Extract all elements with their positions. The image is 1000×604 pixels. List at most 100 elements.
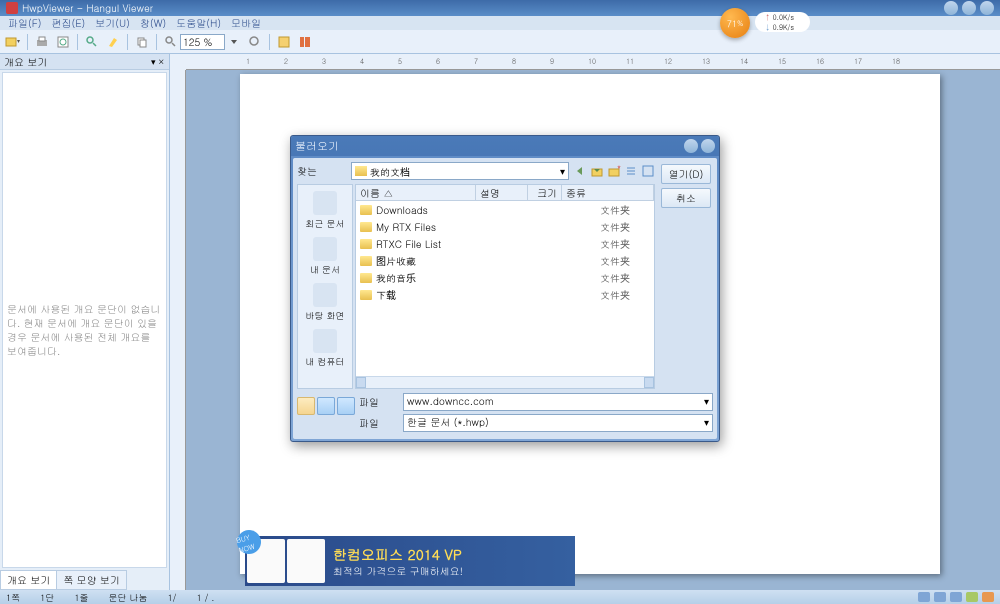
col-name[interactable]: 이름 △	[356, 185, 476, 200]
folder-icon	[360, 273, 372, 283]
file-row[interactable]: 我的音乐文件夹	[356, 269, 654, 286]
ad-product-image	[287, 539, 325, 583]
filename-label: 파일	[359, 395, 399, 409]
file-row[interactable]: RTXC File List文件夹	[356, 235, 654, 252]
app-title: HwpViewer - Hangul Viewer	[22, 1, 153, 15]
maximize-button[interactable]	[962, 1, 976, 15]
task-pane-button[interactable]	[275, 33, 293, 51]
dialog-close-button[interactable]	[701, 139, 715, 153]
place-computer[interactable]: 내 컴퓨터	[304, 327, 347, 370]
folder-icon	[360, 205, 372, 215]
status-view-2[interactable]	[934, 592, 946, 602]
outline-sidebar: 개요 보기 ▾ × 문서에 사용된 개요 문단이 없습니다. 현재 문서에 개요…	[0, 54, 170, 590]
minimize-button[interactable]	[944, 1, 958, 15]
col-desc[interactable]: 설명	[476, 185, 528, 200]
status-view-4[interactable]	[966, 592, 978, 602]
place-desktop[interactable]: 바탕 화면	[304, 281, 347, 324]
close-button[interactable]	[980, 1, 994, 15]
folder-icon	[360, 222, 372, 232]
ad-banner[interactable]: BUY NOW 한컴오피스 2014 VP 최적의 가격으로 구매하세요!	[245, 536, 575, 586]
status-bar: 1쪽 1단 1줄 문단 나눔 1/ 1 / .	[0, 590, 1000, 604]
status-line: 1줄	[74, 591, 88, 604]
open-dialog: 불러오기 찾는 我的文档 ▾ * 열기(D) 취소	[290, 135, 720, 442]
tool-2[interactable]	[317, 397, 335, 415]
tool-3[interactable]	[337, 397, 355, 415]
tool-1[interactable]	[297, 397, 315, 415]
print-button[interactable]	[33, 33, 51, 51]
app-icon	[6, 2, 18, 14]
sidebar-title: 개요 보기	[4, 55, 47, 69]
menu-bar: 파일(F) 편집(E) 보기(U) 창(W) 도움말(H) 모바일 71% ↑ …	[0, 16, 1000, 30]
file-row[interactable]: 下载文件夹	[356, 286, 654, 303]
speed-indicator: ↑ 0.0K/s ↓ 0.9K/s	[755, 12, 810, 32]
folder-icon	[355, 166, 367, 176]
outline-content: 문서에 사용된 개요 문단이 없습니다. 현재 문서에 개요 문단이 있을 경우…	[2, 72, 167, 568]
menu-help[interactable]: 도움말(H)	[172, 16, 225, 30]
tab-outline[interactable]: 개요 보기	[0, 570, 57, 590]
file-list-panel: 이름 △ 설명 크기 종류 Downloads文件夹My RTX Files文件…	[355, 184, 655, 389]
status-view-3[interactable]	[950, 592, 962, 602]
look-in-label: 찾는	[297, 164, 347, 178]
ad-subtitle: 최적의 가격으로 구매하세요!	[333, 564, 463, 578]
folder-icon	[360, 290, 372, 300]
file-row[interactable]: 图片收藏文件夹	[356, 252, 654, 269]
menu-view[interactable]: 보기(U)	[91, 16, 134, 30]
filename-input[interactable]: www.downcc.com▾	[403, 393, 713, 411]
zoom-dropdown[interactable]	[225, 33, 243, 51]
places-bar: 최근 문서 내 문서 바탕 화면 내 컴퓨터	[297, 184, 353, 389]
file-row[interactable]: Downloads文件夹	[356, 201, 654, 218]
folder-icon	[360, 239, 372, 249]
highlight-button[interactable]	[104, 33, 122, 51]
status-zoom-fit[interactable]	[982, 592, 994, 602]
cancel-button[interactable]: 취소	[661, 188, 711, 208]
up-folder-icon[interactable]	[590, 164, 604, 178]
place-mydocs[interactable]: 내 문서	[308, 235, 342, 278]
col-type[interactable]: 종류	[562, 185, 654, 200]
status-ins: 1 / .	[196, 591, 214, 604]
new-folder-icon[interactable]: *	[607, 164, 621, 178]
menu-file[interactable]: 파일(F)	[4, 16, 45, 30]
sidebar-menu-icon[interactable]: ▾	[151, 55, 156, 68]
ruler-corner	[170, 54, 186, 70]
tab-page-layout[interactable]: 쪽 모양 보기	[56, 570, 127, 590]
vertical-ruler[interactable]	[170, 70, 186, 590]
sidebar-close-icon[interactable]: ×	[158, 55, 166, 68]
status-view-1[interactable]	[918, 592, 930, 602]
view-list-icon[interactable]	[624, 164, 638, 178]
horizontal-scrollbar[interactable]	[356, 376, 654, 388]
copy-button[interactable]	[133, 33, 151, 51]
svg-text:*: *	[617, 164, 621, 173]
toolbar	[0, 30, 1000, 54]
title-bar: HwpViewer - Hangul Viewer	[0, 0, 1000, 16]
menu-window[interactable]: 창(W)	[136, 16, 170, 30]
open-button[interactable]: 열기(D)	[661, 164, 711, 184]
preview-button[interactable]	[54, 33, 72, 51]
open-dropdown-button[interactable]	[4, 33, 22, 51]
filetype-label: 파일	[359, 416, 399, 430]
col-size[interactable]: 크기	[528, 185, 562, 200]
dialog-title: 불러오기	[295, 139, 339, 154]
horizontal-ruler[interactable]: 123456789101112131415161718	[186, 54, 1000, 70]
place-recent[interactable]: 최근 문서	[304, 189, 347, 232]
zoom-icon[interactable]	[162, 33, 180, 51]
filetype-combo[interactable]: 한글 문서 (*.hwp)▾	[403, 414, 713, 432]
menu-mobile[interactable]: 모바일	[227, 16, 265, 30]
status-slash: 1/	[168, 591, 177, 604]
scroll-left-icon[interactable]	[356, 377, 366, 388]
folder-icon	[360, 256, 372, 266]
zoom-tool-button[interactable]	[246, 33, 264, 51]
dialog-help-button[interactable]	[684, 139, 698, 153]
progress-indicator: 71%	[720, 8, 750, 38]
view-menu-icon[interactable]	[641, 164, 655, 178]
back-icon[interactable]	[573, 164, 587, 178]
find-button[interactable]	[83, 33, 101, 51]
zoom-input[interactable]	[180, 34, 225, 50]
scroll-right-icon[interactable]	[644, 377, 654, 388]
status-para: 문단 나눔	[109, 591, 148, 604]
look-in-combo[interactable]: 我的文档 ▾	[351, 162, 569, 180]
status-page: 1쪽	[6, 591, 20, 604]
file-row[interactable]: My RTX Files文件夹	[356, 218, 654, 235]
office-button[interactable]	[296, 33, 314, 51]
menu-edit[interactable]: 편집(E)	[47, 16, 89, 30]
ad-title: 한컴오피스 2014 VP	[333, 544, 463, 564]
